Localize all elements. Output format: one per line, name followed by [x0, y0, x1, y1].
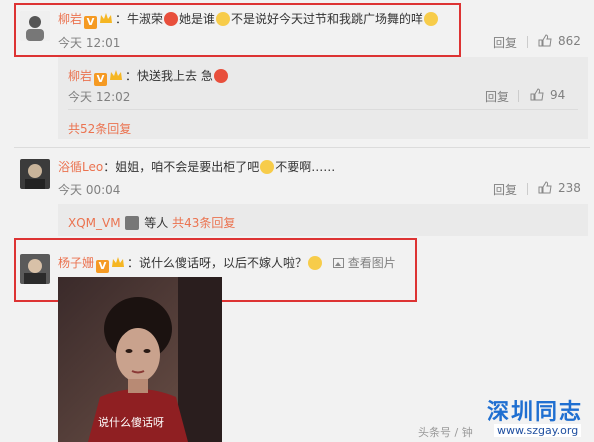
divider [14, 147, 590, 148]
image-caption: 说什么傻话呀 [98, 416, 164, 429]
comment-text: 不是说好今天过节和我跳广场舞的咩 [231, 12, 424, 26]
username[interactable]: 柳岩 [68, 69, 92, 83]
angry-emoji-icon [164, 12, 179, 26]
avatar[interactable] [20, 11, 50, 41]
reply-time: 今天 12:02 [68, 90, 131, 104]
like-button[interactable]: 862 [538, 34, 581, 48]
reply-summary-text: 等人 [144, 216, 169, 230]
image-icon [332, 258, 344, 268]
comment-body: 杨子姗 V ：说什么傻话呀，以后不嫁人啦？ 查看图片 [58, 254, 396, 273]
comment-text: 她是谁 [179, 12, 216, 26]
avatar-image [20, 159, 50, 189]
avatar-image [20, 254, 50, 284]
username[interactable]: 柳岩 [58, 12, 82, 26]
reply-button[interactable]: 回复 [493, 181, 517, 198]
avatar-image [20, 11, 50, 41]
divider [518, 90, 519, 102]
more-replies-link[interactable]: 共52条回复 [68, 120, 131, 137]
thumbs-up-icon [538, 34, 552, 47]
avatar[interactable] [20, 254, 50, 284]
reply-button[interactable]: 回复 [485, 88, 509, 105]
source-text: 头条号 / 钟 [418, 426, 473, 439]
smirk-emoji-icon [308, 256, 323, 270]
more-replies-link[interactable]: 共43条回复 [172, 216, 235, 230]
confused-emoji-icon [216, 12, 231, 26]
divider [68, 109, 578, 110]
like-count: 238 [558, 181, 581, 195]
verified-v-icon: V [94, 73, 108, 86]
comment-time: 今天 00:04 [58, 183, 121, 197]
like-button[interactable]: 238 [538, 181, 581, 195]
comment-body: 浴循Leo：姐姐，咱不会是要出柜了吧 不要啊…… [58, 158, 335, 175]
thumbs-up-icon [538, 181, 552, 194]
comment-text: ：牛淑荣 [115, 12, 164, 26]
divider [527, 183, 528, 195]
reply-button[interactable]: 回复 [493, 34, 517, 51]
like-count: 862 [558, 34, 581, 48]
reply-text: ：快送我上去 急 [125, 69, 213, 83]
username[interactable]: 杨子姗 [58, 256, 94, 270]
like-button[interactable]: 94 [530, 88, 565, 102]
cry-emoji-icon [260, 160, 275, 174]
comment-text: ：姐姐，咱不会是要出柜了吧 [103, 160, 260, 174]
vip-crown-icon [110, 70, 123, 80]
verified-v-icon: V [96, 260, 110, 273]
watermark-brand: 深圳同志 [487, 399, 584, 425]
comment-text: 不要啊…… [275, 160, 336, 174]
comment-text: ：说什么傻话呀，以后不嫁人啦？ [127, 256, 308, 270]
comment-time: 今天 12:01 [58, 36, 121, 50]
username[interactable]: 浴循Leo [58, 160, 103, 174]
watermark-url: www.szgay.org [494, 424, 582, 437]
emoji-icon [125, 216, 140, 230]
vip-crown-icon [112, 257, 125, 267]
reply-body: 柳岩 V ：快送我上去 急 [68, 67, 229, 86]
avatar[interactable] [20, 159, 50, 189]
view-image-link[interactable]: 查看图片 [348, 256, 396, 270]
verified-v-icon: V [84, 16, 98, 29]
reply-summary: XQM_VM 等人 共43条回复 [68, 214, 235, 231]
divider [527, 36, 528, 48]
vip-crown-icon [100, 13, 113, 23]
thumbs-up-icon [530, 88, 544, 101]
comment-image[interactable]: 说什么傻话呀 [58, 277, 222, 442]
angry-emoji-icon [213, 69, 228, 83]
like-count: 94 [550, 88, 566, 102]
comment-body: 柳岩 V ：牛淑荣 她是谁 不是说好今天过节和我跳广场舞的咩 [58, 10, 439, 29]
username[interactable]: XQM_VM [68, 216, 121, 230]
laugh-emoji-icon [424, 12, 439, 26]
